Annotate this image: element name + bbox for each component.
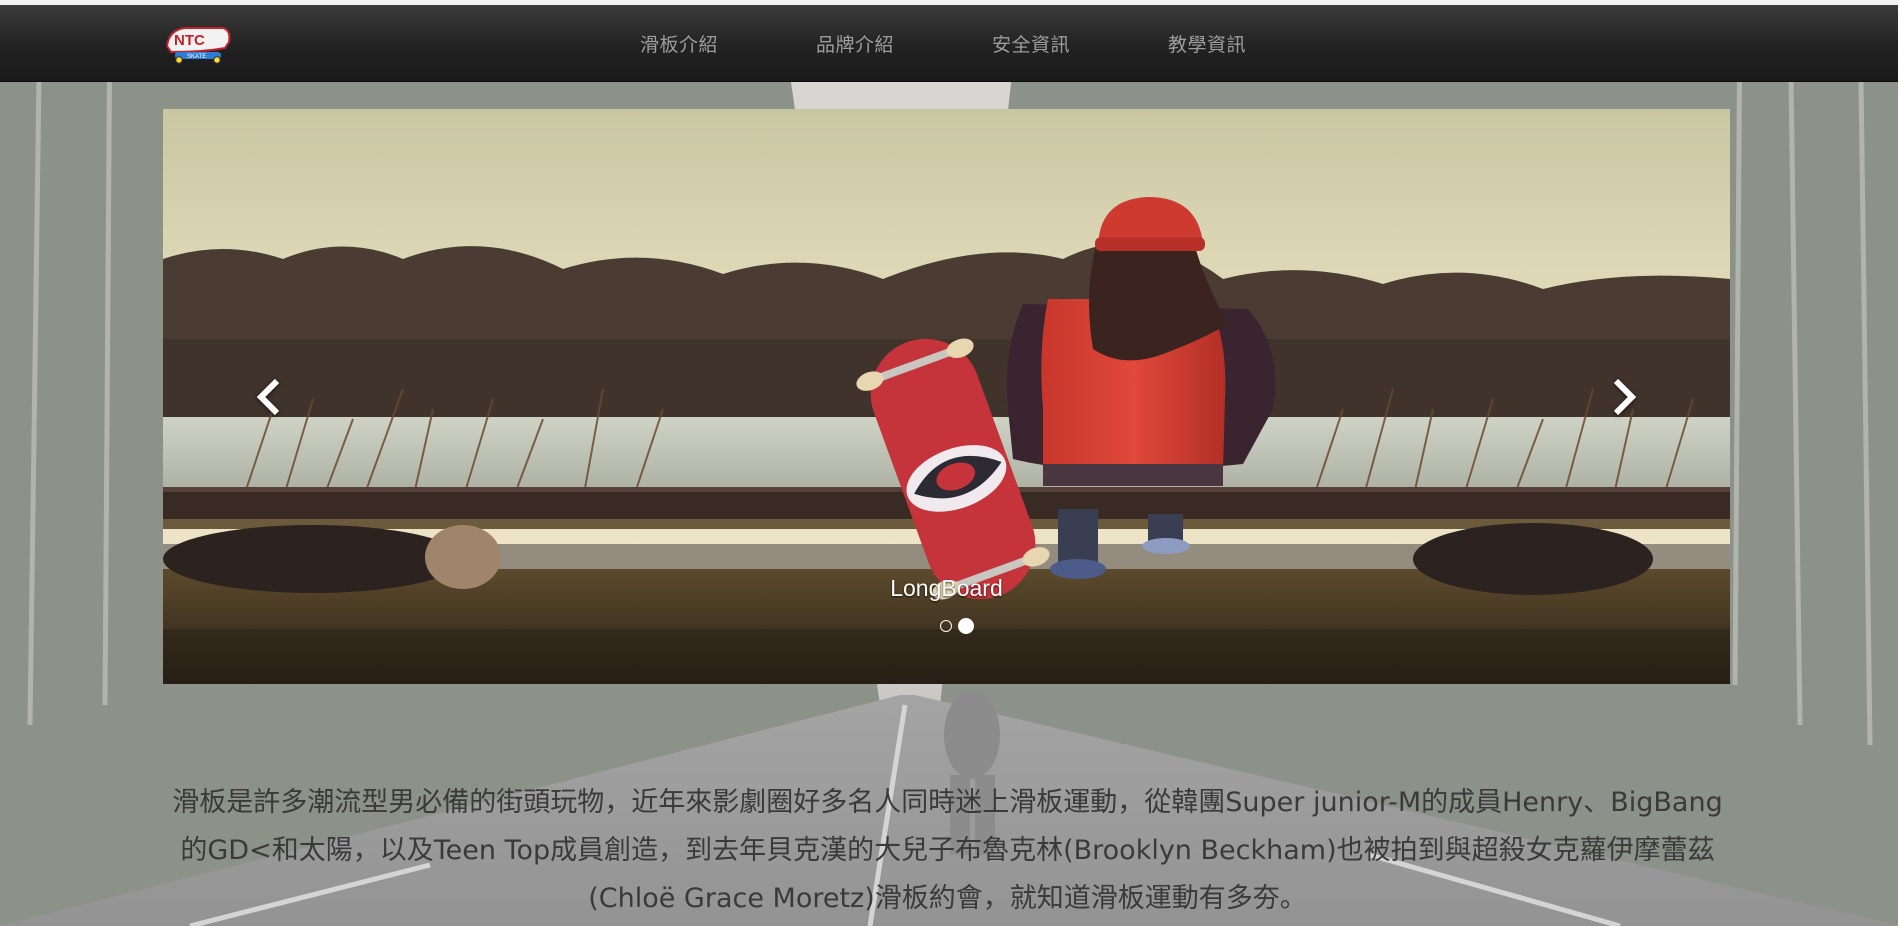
chevron-left-icon [256, 378, 280, 415]
nav-menu: 滑板介紹 品牌介紹 安全資訊 教學資訊 [640, 5, 1344, 81]
nav-item-tutorial-info[interactable]: 教學資訊 [1168, 30, 1246, 57]
nav-item-safety-info[interactable]: 安全資訊 [992, 30, 1070, 57]
page: NTC SKATE 滑板介紹 品牌介紹 安全資訊 教學資訊 LongBoard … [0, 0, 1900, 926]
carousel-indicator-2[interactable] [957, 618, 974, 634]
carousel-indicators [173, 618, 1730, 634]
logo-text: NTC [174, 32, 205, 49]
carousel-caption: LongBoard [890, 575, 1003, 601]
intro-paragraph: 滑板是許多潮流型男必備的街頭玩物，近年來影劇圈好多名人同時迷上滑板運動，從韓團S… [172, 787, 1723, 914]
carousel-indicator-1[interactable] [939, 620, 952, 632]
chevron-right-icon [1613, 378, 1637, 415]
navbar: NTC SKATE 滑板介紹 品牌介紹 安全資訊 教學資訊 [0, 5, 1898, 82]
logo-subtext: SKATE [187, 54, 206, 60]
nav-item-skateboard-intro[interactable]: 滑板介紹 [640, 30, 718, 57]
carousel: LongBoard [163, 109, 1730, 684]
skateboard-logo-icon[interactable]: NTC SKATE [163, 22, 233, 64]
nav-item-brand-intro[interactable]: 品牌介紹 [816, 30, 894, 57]
